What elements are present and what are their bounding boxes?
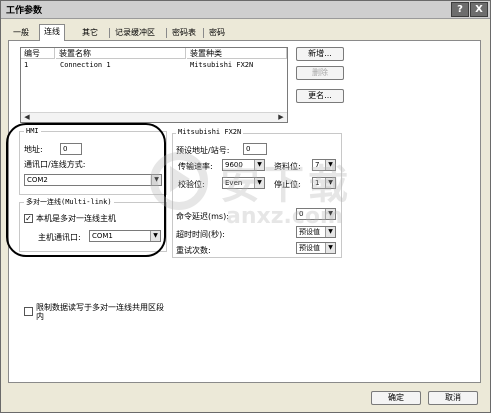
watermark: 安下载 anxz.com — [150, 152, 370, 242]
column-header-device-type[interactable]: 装置种类 — [187, 48, 287, 59]
watermark-play-icon — [170, 166, 190, 192]
chevron-down-icon[interactable]: ▼ — [325, 243, 335, 253]
tab-password-table[interactable]: 密码表 — [168, 26, 200, 40]
tab-separator — [166, 28, 167, 38]
horizontal-scrollbar[interactable] — [21, 112, 287, 122]
scroll-left-icon[interactable]: ◀ — [22, 112, 32, 122]
close-button[interactable]: X — [470, 2, 488, 17]
highlight-annotation — [6, 123, 166, 257]
tab-connection[interactable]: 连线 — [39, 24, 65, 41]
tab-separator — [109, 28, 110, 38]
watermark-cn-text: 安下载 — [220, 162, 352, 208]
row-device-type[interactable]: Mitsubishi FX2N — [190, 61, 253, 69]
cancel-button[interactable]: 取消 — [428, 391, 478, 405]
watermark-en-text: anxz.com — [226, 204, 343, 229]
new-button[interactable]: 新增... — [296, 47, 344, 61]
tab-general[interactable]: 一般 — [9, 26, 33, 40]
row-device-name[interactable]: Connection 1 — [60, 61, 111, 69]
tab-password[interactable]: 密码 — [205, 26, 229, 40]
restrict-checkbox-label: 限制数据读写于多对一连线共用区段内 — [36, 303, 164, 321]
scroll-right-icon[interactable]: ▶ — [276, 112, 286, 122]
title-bar — [1, 1, 490, 19]
window-title: 工作参数 — [6, 6, 43, 16]
rename-button[interactable]: 更名... — [296, 89, 344, 103]
column-header-number[interactable]: 编号 — [21, 48, 55, 59]
delete-button[interactable]: 删除 — [296, 66, 344, 80]
tab-record-buffer[interactable]: 记录缓冲区 — [111, 26, 159, 40]
retry-label: 重试次数: — [176, 246, 211, 255]
restrict-checkbox[interactable] — [24, 307, 33, 316]
device-group-legend: Mitsubishi FX2N — [176, 128, 244, 136]
column-header-device-name[interactable]: 装置名称 — [56, 48, 186, 59]
retry-select[interactable]: 预设值 ▼ — [296, 242, 336, 254]
tab-other[interactable]: 其它 — [78, 26, 102, 40]
help-button[interactable]: ? — [451, 2, 469, 17]
tab-separator — [203, 28, 204, 38]
retry-value: 预设值 — [299, 244, 320, 252]
row-number[interactable]: 1 — [24, 61, 28, 69]
ok-button[interactable]: 确定 — [371, 391, 421, 405]
